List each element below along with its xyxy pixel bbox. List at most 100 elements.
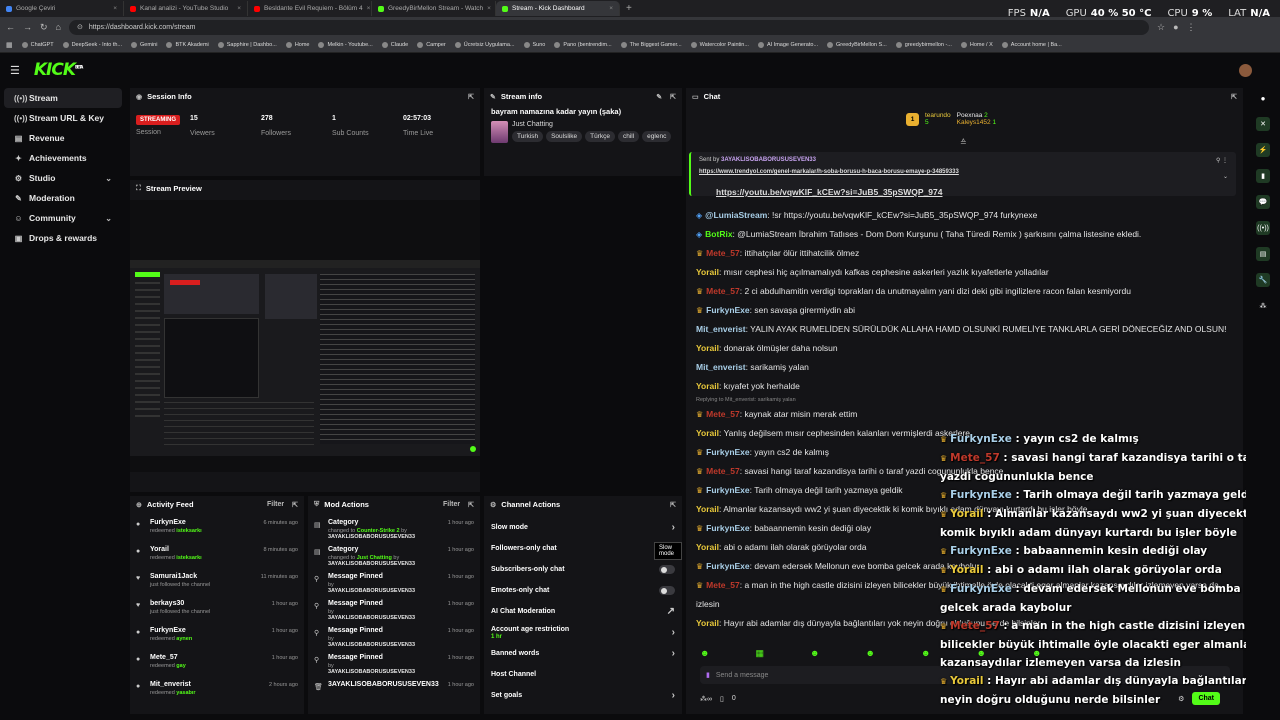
chevron-down-icon[interactable]: ≙ — [960, 138, 967, 147]
toggle-switch[interactable] — [659, 565, 675, 574]
popout-icon[interactable]: ⇱ — [468, 501, 474, 509]
activity-user[interactable]: FurkynExe — [150, 519, 202, 526]
bookmark-item[interactable]: Camper — [417, 41, 446, 48]
channel-action-host-channel[interactable]: Host Channel — [484, 664, 682, 685]
channel-action-emotes-only-chat[interactable]: Emotes-only chat — [484, 580, 682, 601]
bookmark-item[interactable]: DeepSeek - Into th... — [62, 41, 122, 48]
dark-mode-icon[interactable]: ● — [1246, 94, 1280, 103]
sidebar-item-community[interactable]: ☺ Community ⌄ — [4, 208, 122, 228]
tag-chip[interactable]: Turkish — [512, 131, 544, 142]
chat-username[interactable]: Yorail — [696, 428, 719, 438]
chat-username[interactable]: Mete_57 — [706, 409, 740, 419]
rail-button[interactable]: ⁂ — [1256, 299, 1270, 313]
channel-action-ai-chat-moderation[interactable]: AI Chat Moderation ↗ — [484, 601, 682, 622]
tag-chip[interactable]: chill — [617, 131, 640, 142]
channel-action-slow-mode[interactable]: Slow mode › — [484, 517, 682, 538]
site-info-icon[interactable]: ⊙ — [77, 23, 83, 31]
browser-tab[interactable]: Kanal analizi - YouTube Studio × — [124, 1, 248, 16]
chat-username[interactable]: Yorail — [696, 618, 719, 628]
channel-action-banned-words[interactable]: Banned words › — [484, 643, 682, 664]
emote-icon[interactable]: ☻ — [810, 648, 819, 659]
emote-icon[interactable]: ☻ — [921, 648, 930, 659]
avatar[interactable] — [1239, 63, 1252, 77]
chat-username[interactable]: FurkynExe — [706, 447, 749, 457]
chat-username[interactable]: Yorail — [696, 343, 719, 353]
rail-button[interactable]: ⚡ — [1256, 143, 1270, 157]
popout-icon[interactable]: ⇱ — [1231, 93, 1237, 101]
chevron-right-icon[interactable]: › — [672, 627, 675, 638]
pinned-link-2[interactable]: https://youtu.be/vqwKlF_kCEw?si=JuB5_35p… — [716, 187, 943, 197]
external-link-icon[interactable]: ↗ — [667, 606, 675, 617]
close-icon[interactable]: × — [367, 5, 371, 12]
browser-tab[interactable]: Google Çeviri × — [0, 1, 124, 16]
popout-icon[interactable]: ⇱ — [292, 501, 298, 509]
bookmark-item[interactable]: Gemini — [131, 41, 157, 48]
bookmark-item[interactable]: ChatGPT — [21, 41, 54, 48]
unpin-icon[interactable]: ⚲ ⋮ — [1216, 157, 1228, 164]
pencil-icon[interactable]: ✎ — [656, 93, 662, 101]
apps-icon[interactable]: ▦ — [6, 41, 13, 49]
activity-user[interactable]: Mete_57 — [150, 654, 186, 661]
chevron-right-icon[interactable]: › — [672, 648, 675, 659]
chat-username[interactable]: FurkynExe — [706, 561, 749, 571]
pinned-link[interactable]: https://www.trendyol.com/genel-markalar/… — [699, 169, 1228, 175]
channel-action-account-age-restriction[interactable]: Account age restriction 1 hr › — [484, 622, 682, 643]
chat-username[interactable]: Yorail — [696, 542, 719, 552]
trash-icon[interactable]: ▯ — [720, 695, 724, 703]
activity-user[interactable]: FurkynExe — [150, 627, 192, 634]
popout-icon[interactable]: ⇱ — [670, 93, 676, 101]
rail-button[interactable]: 🔧 — [1256, 273, 1270, 287]
rail-button[interactable]: ✕ — [1256, 117, 1270, 131]
chevron-right-icon[interactable]: › — [672, 522, 675, 533]
bookmark-item[interactable]: The Biggest Gamer... — [620, 41, 682, 48]
star-icon[interactable]: ☆ — [1157, 22, 1165, 33]
activity-user[interactable]: Yorail — [150, 546, 202, 553]
bookmark-item[interactable]: AI Image Generato... — [757, 41, 818, 48]
chat-username[interactable]: FurkynExe — [706, 523, 749, 533]
chat-username[interactable]: Mete_57 — [706, 466, 740, 476]
chat-username[interactable]: @LumiaStream — [705, 210, 767, 220]
popout-icon[interactable]: ⇱ — [670, 501, 676, 509]
chat-username[interactable]: Mit_enverist — [696, 362, 746, 372]
rail-button[interactable]: ▮ — [1256, 169, 1270, 183]
channel-action-set-goals[interactable]: Set goals › — [484, 685, 682, 706]
rail-button[interactable]: 💬 — [1256, 195, 1270, 209]
kick-logo[interactable]: KICKBETA — [34, 60, 83, 80]
chat-username[interactable]: Yorail — [696, 381, 719, 391]
activity-user[interactable]: berkays30 — [150, 600, 210, 607]
sidebar-item-stream[interactable]: ((•)) Stream — [4, 88, 122, 108]
close-icon[interactable]: × — [113, 5, 117, 12]
close-icon[interactable]: × — [237, 5, 241, 12]
bookmark-item[interactable]: Ücretsiz Uygulama... — [454, 41, 515, 48]
filter-button[interactable]: Filter — [267, 501, 284, 509]
browser-tab[interactable]: Besldante Evil Requiem - Bölüm 4 × — [248, 1, 372, 16]
menu-icon[interactable]: ⋮ — [1187, 22, 1196, 33]
chat-username[interactable]: BotRix — [705, 229, 732, 239]
emote-icon[interactable]: ▦ — [755, 648, 764, 659]
close-icon[interactable]: × — [609, 5, 613, 12]
profile-icon[interactable]: ● — [1173, 22, 1178, 32]
chat-username[interactable]: Yorail — [696, 267, 719, 277]
chat-username[interactable]: Mete_57 — [706, 580, 740, 590]
activity-user[interactable]: Samurai1Jack — [150, 573, 210, 580]
mic-icon[interactable]: ▮ — [706, 671, 710, 679]
chat-username[interactable]: FurkynExe — [706, 305, 749, 315]
sidebar-item-moderation[interactable]: ✎ Moderation — [4, 188, 122, 208]
hamburger-icon[interactable]: ☰ — [10, 64, 20, 77]
browser-tab[interactable]: Stream - Kick Dashboard × — [496, 1, 620, 16]
bookmark-item[interactable]: Sapphire | Dashbo... — [217, 41, 277, 48]
bookmark-item[interactable]: Watercolor Paintin... — [690, 41, 749, 48]
back-icon[interactable]: ← — [6, 22, 15, 32]
browser-tab[interactable]: GreedyBirMellon Stream - Watch × — [372, 1, 496, 16]
tag-chip[interactable]: eglenc — [642, 131, 672, 142]
bookmark-item[interactable]: Melkin - Youtube... — [318, 41, 373, 48]
bookmark-item[interactable]: Account home | Ba... — [1001, 41, 1062, 48]
chevron-down-icon[interactable]: ⌄ — [105, 214, 112, 223]
chat-username[interactable]: Yorail — [696, 504, 719, 514]
forward-icon[interactable]: → — [23, 22, 32, 32]
bookmark-item[interactable]: Claude — [381, 41, 408, 48]
home-icon[interactable]: ⌂ — [56, 22, 61, 32]
chat-username[interactable]: Mete_57 — [706, 248, 740, 258]
chevron-down-icon[interactable]: ⌄ — [1223, 173, 1228, 180]
popout-icon[interactable]: ⇱ — [468, 93, 474, 101]
